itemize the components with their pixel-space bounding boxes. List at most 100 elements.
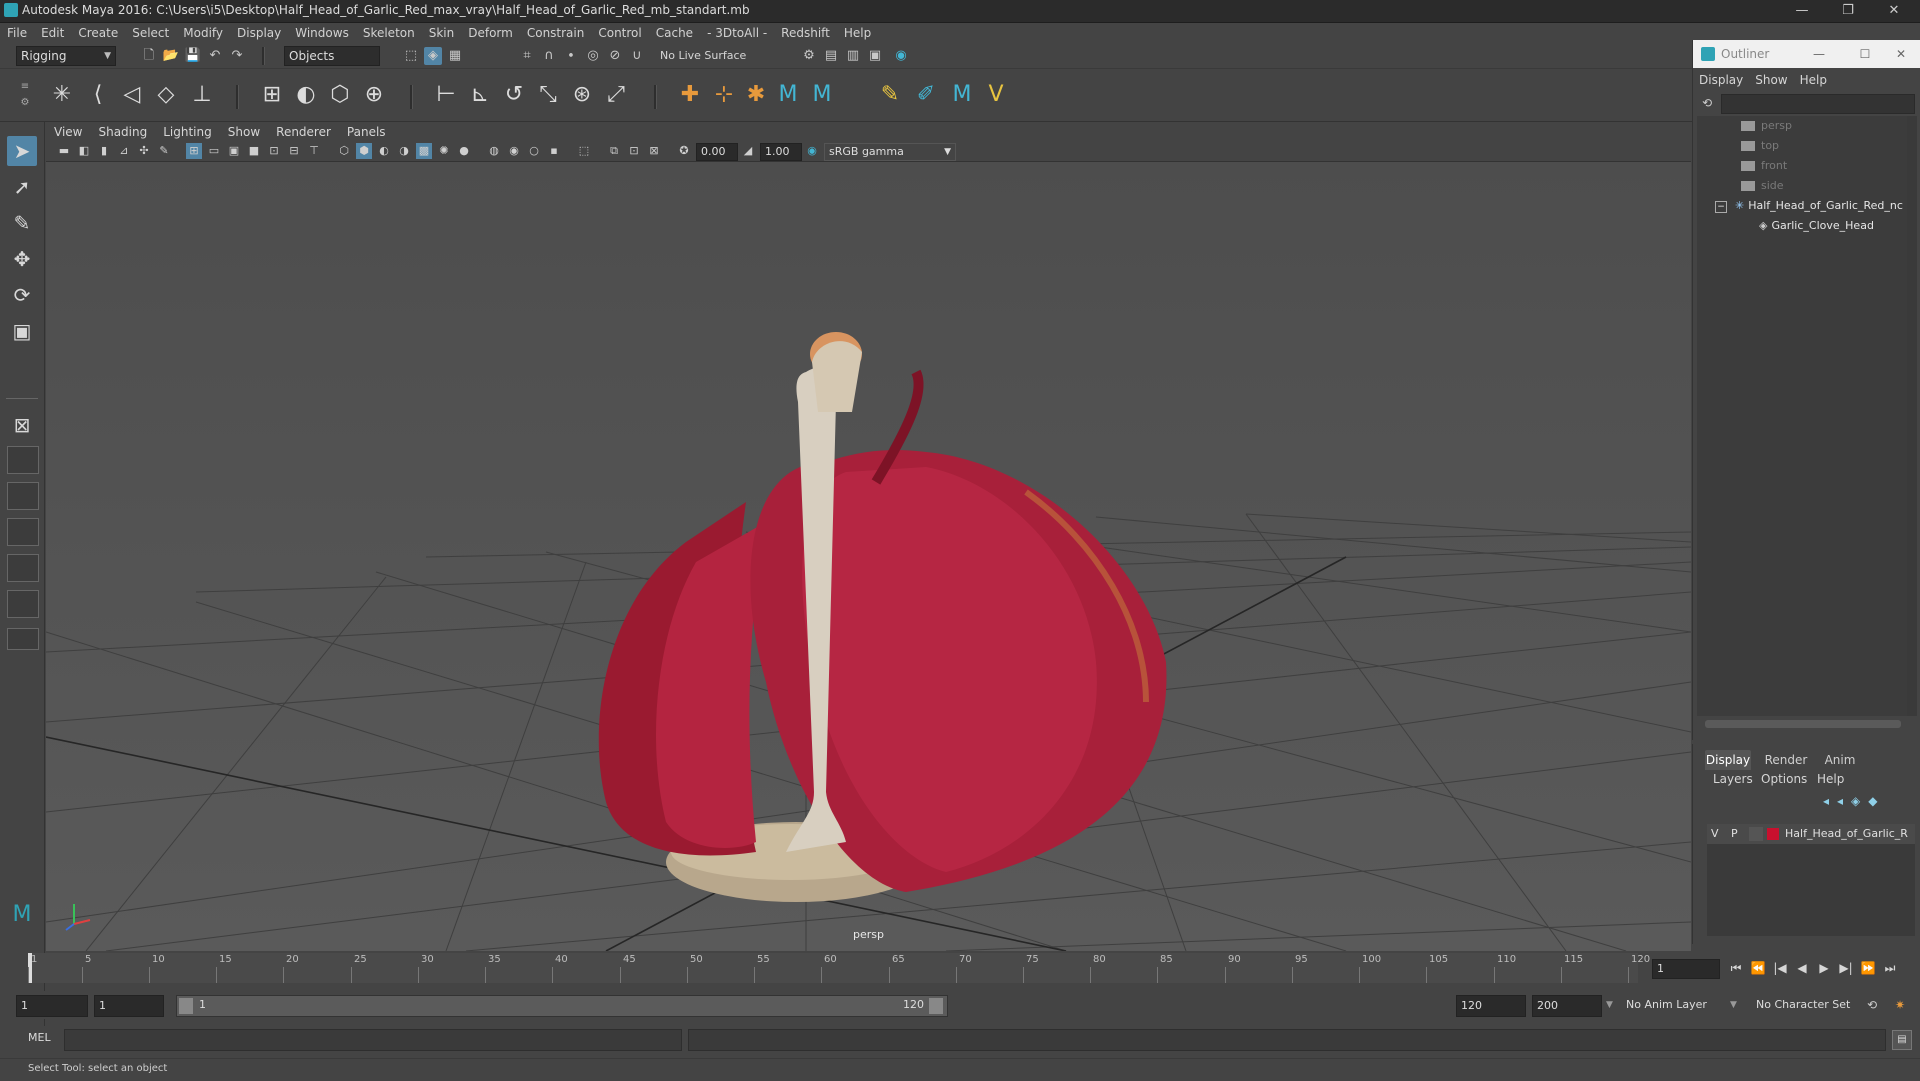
render-view-icon[interactable]: ▣ bbox=[866, 47, 884, 65]
mel-label[interactable]: MEL bbox=[28, 1030, 51, 1046]
outliner-item-persp[interactable]: persp bbox=[1697, 116, 1920, 136]
maya-m-icon[interactable]: M bbox=[772, 79, 804, 111]
range-start-handle[interactable] bbox=[179, 998, 193, 1014]
orient-joint-icon[interactable]: ◇ bbox=[150, 79, 182, 111]
play-forwards-icon[interactable]: ▶ bbox=[1814, 959, 1834, 977]
playback-end-field[interactable]: 120 bbox=[1456, 995, 1526, 1017]
auto-key-icon[interactable]: ⟲ bbox=[1862, 995, 1882, 1015]
constraint-aim-icon[interactable]: ⊛ bbox=[566, 79, 598, 111]
constraint-point-icon[interactable]: ⊾ bbox=[464, 79, 496, 111]
outliner-item-front[interactable]: front bbox=[1697, 156, 1920, 176]
film-gate-icon[interactable]: ▭ bbox=[206, 143, 222, 159]
outliner-item-garlic-mesh[interactable]: ◈ Garlic_Clove_Head bbox=[1697, 216, 1920, 236]
locator-icon[interactable]: ✚ bbox=[674, 79, 706, 111]
menu-constrain[interactable]: Constrain bbox=[520, 23, 592, 43]
outliner-horizontal-scrollbar[interactable] bbox=[1705, 720, 1901, 728]
select-by-hierarchy-icon[interactable]: ⬚ bbox=[402, 47, 420, 65]
select-tool-icon[interactable]: ➤ bbox=[7, 136, 37, 166]
lattice-icon[interactable]: ⬡ bbox=[324, 79, 356, 111]
open-scene-icon[interactable]: 📂 bbox=[162, 47, 180, 65]
animation-end-field[interactable]: 200 bbox=[1532, 995, 1602, 1017]
exposure-field[interactable]: 0.00 bbox=[696, 143, 738, 161]
step-back-key-icon[interactable]: ⏪ bbox=[1748, 959, 1768, 977]
redo-icon[interactable]: ↷ bbox=[228, 47, 246, 65]
new-scene-icon[interactable]: 🗋 bbox=[140, 47, 158, 65]
frame-all-icon[interactable]: ⊠ bbox=[646, 143, 662, 159]
minimize-button[interactable]: — bbox=[1780, 0, 1824, 22]
move-tool-icon[interactable]: ✥ bbox=[7, 244, 37, 274]
render-frame-icon[interactable]: ▤ bbox=[822, 47, 840, 65]
smooth-shade-icon[interactable]: ⬢ bbox=[356, 143, 372, 159]
layer-menu-options[interactable]: Options bbox=[1761, 772, 1807, 786]
four-view-layout-icon[interactable] bbox=[7, 446, 39, 474]
character-set-dropdown[interactable]: ▼ No Character Set bbox=[1730, 995, 1866, 1015]
outliner-minimize-button[interactable]: — bbox=[1809, 44, 1829, 64]
menu-create[interactable]: Create bbox=[71, 23, 125, 43]
joint-tool-icon[interactable]: ✳ bbox=[46, 79, 78, 111]
gate-mask-icon[interactable]: ■ bbox=[246, 143, 262, 159]
layer-visibility-toggle[interactable]: V bbox=[1711, 824, 1719, 844]
persp-outliner-layout-icon[interactable] bbox=[7, 482, 39, 510]
outliner-maximize-button[interactable]: ☐ bbox=[1855, 44, 1875, 64]
persp-graph-layout-icon[interactable] bbox=[7, 518, 39, 546]
safe-title-icon[interactable]: ⊤ bbox=[306, 143, 322, 159]
paint-select-tool-icon[interactable]: ✎ bbox=[7, 208, 37, 238]
play-backwards-icon[interactable]: ◀ bbox=[1792, 959, 1812, 977]
hypershade-icon[interactable]: ◉ bbox=[892, 47, 910, 65]
gamma-field[interactable]: 1.00 bbox=[760, 143, 802, 161]
viewport-menu-shading[interactable]: Shading bbox=[90, 122, 155, 142]
layer-menu-layers[interactable]: Layers bbox=[1713, 772, 1753, 786]
persp-hypershade-layout-icon[interactable] bbox=[7, 554, 39, 582]
make-live-icon[interactable]: ⊘ bbox=[606, 47, 624, 65]
save-scene-icon[interactable]: 💾 bbox=[184, 47, 202, 65]
constraint-pole-icon[interactable]: ⤢ bbox=[600, 79, 632, 111]
set-driven-key-icon[interactable]: ⊹ bbox=[708, 79, 740, 111]
color-space-dropdown[interactable]: sRGB gamma ▼ bbox=[824, 143, 956, 161]
outliner-item-side[interactable]: side bbox=[1697, 176, 1920, 196]
animation-start-field[interactable]: 1 bbox=[16, 995, 88, 1017]
menu-cache[interactable]: Cache bbox=[649, 23, 700, 43]
grease-pencil-icon[interactable]: ✎ bbox=[156, 143, 172, 159]
ambient-occlusion-icon[interactable]: ◍ bbox=[486, 143, 502, 159]
outliner-persp-layout-icon[interactable] bbox=[7, 590, 39, 618]
go-to-end-icon[interactable]: ⏭ bbox=[1880, 959, 1900, 977]
v-icon[interactable]: V bbox=[980, 79, 1012, 111]
menu-file[interactable]: File bbox=[0, 23, 34, 43]
motion-blur-icon[interactable]: ◉ bbox=[506, 143, 522, 159]
shelf-options-icon[interactable]: ≡ ⚙ bbox=[18, 79, 32, 111]
layer-tab-anim[interactable]: Anim bbox=[1817, 750, 1863, 770]
single-perspective-layout-icon[interactable]: ⊠ bbox=[7, 410, 37, 440]
live-surface-label[interactable]: No Live Surface bbox=[660, 47, 746, 65]
gamma-icon[interactable]: ◢ bbox=[740, 143, 756, 159]
constraint-parent-icon[interactable]: ⊢ bbox=[430, 79, 462, 111]
anim-layer-dropdown[interactable]: ▼ No Anim Layer bbox=[1606, 995, 1740, 1015]
viewport-persp[interactable]: persp bbox=[46, 162, 1691, 951]
step-forward-key-icon[interactable]: ⏩ bbox=[1858, 959, 1878, 977]
snap-to-curve-icon[interactable]: ∩ bbox=[540, 47, 558, 65]
menu-edit[interactable]: Edit bbox=[34, 23, 71, 43]
use-all-lights-icon[interactable]: ✺ bbox=[436, 143, 452, 159]
snap-to-point-icon[interactable]: ∙ bbox=[562, 47, 580, 65]
snap-to-view-plane-icon[interactable]: ◎ bbox=[584, 47, 602, 65]
rotate-tool-icon[interactable]: ⟳ bbox=[7, 280, 37, 310]
select-by-object-type-icon[interactable]: ◈ bbox=[424, 47, 442, 65]
menu-skeleton[interactable]: Skeleton bbox=[356, 23, 422, 43]
color-management-icon[interactable]: ◉ bbox=[804, 143, 820, 159]
layer-menu-help[interactable]: Help bbox=[1817, 772, 1844, 786]
constraint-orient-icon[interactable]: ↺ bbox=[498, 79, 530, 111]
viewport-menu-show[interactable]: Show bbox=[220, 122, 268, 142]
outliner-close-button[interactable]: ✕ bbox=[1891, 44, 1911, 64]
menu-deform[interactable]: Deform bbox=[461, 23, 520, 43]
outliner-filter-icon[interactable]: ⟲ bbox=[1699, 94, 1715, 112]
bookmark-icon[interactable]: ▮ bbox=[96, 143, 112, 159]
maya-m-second-icon[interactable]: M bbox=[946, 79, 978, 111]
time-slider[interactable]: 1 5 10 15 20 25 30 35 40 45 50 55 60 65 70 75 80 85 90 95 10… bbox=[0, 953, 1895, 983]
outliner-menu-display[interactable]: Display bbox=[1693, 70, 1749, 90]
xray-icon[interactable]: ⬚ bbox=[576, 143, 592, 159]
layer-name[interactable]: Half_Head_of_Garlic_R bbox=[1785, 824, 1908, 844]
menu-help[interactable]: Help bbox=[837, 23, 878, 43]
step-back-frame-icon[interactable]: |◀ bbox=[1770, 959, 1790, 977]
time-ruler[interactable]: 1 5 10 15 20 25 30 35 40 45 50 55 60 65 70 75 80 85 90 95 10… bbox=[28, 953, 1650, 983]
render-settings-icon[interactable]: ⚙ bbox=[800, 47, 818, 65]
menu-modify[interactable]: Modify bbox=[176, 23, 230, 43]
